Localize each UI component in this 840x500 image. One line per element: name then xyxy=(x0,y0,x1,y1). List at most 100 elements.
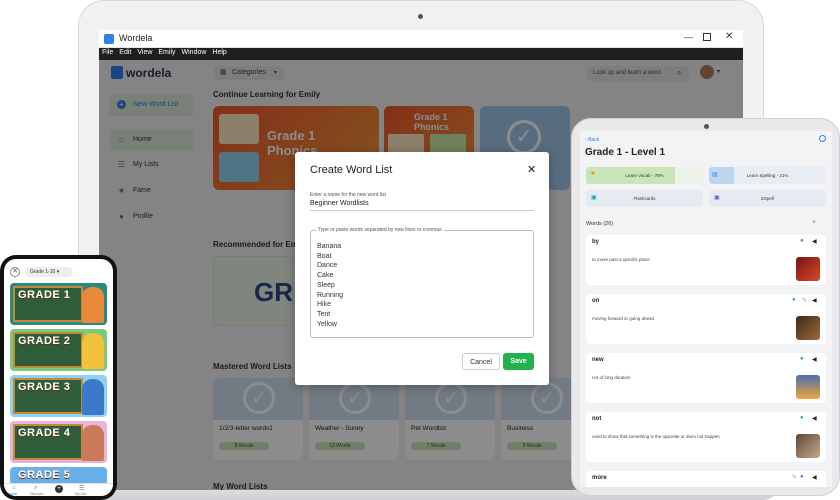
zspell-label: ZSpell xyxy=(761,196,774,201)
word-card-not[interactable]: not ● ◀ used to show that something is t… xyxy=(586,412,826,462)
word-definition: not of long duration xyxy=(592,375,631,380)
learn-vocab-button[interactable]: ■ Learn Vocab - 76% xyxy=(586,167,703,184)
word-image xyxy=(796,375,820,399)
tablet-camera xyxy=(704,124,709,129)
menu-help[interactable]: Help xyxy=(209,48,229,57)
grade-title: GRADE 1 xyxy=(18,289,71,301)
check-icon: ● xyxy=(792,297,796,303)
grade-title: GRADE 3 xyxy=(18,381,71,393)
word-line: Running xyxy=(317,291,344,299)
word-card-on[interactable]: on ● ✎ ◀ moving forward or going ahead xyxy=(586,294,826,344)
learn-spelling-button[interactable]: ▤ Learn Spelling - 21% xyxy=(709,167,826,184)
grade-filter-chip[interactable]: Grade 1-10 ▾ xyxy=(25,267,73,277)
word-title: more xyxy=(592,475,607,481)
word-line: Hike xyxy=(317,301,332,309)
check-icon: ● xyxy=(800,474,804,480)
grade-card-2[interactable]: GRADE 2 xyxy=(10,329,107,371)
word-line: Cake xyxy=(317,272,334,280)
window-titlebar: Wordela — ✕ xyxy=(99,30,743,48)
teacher-illustration xyxy=(82,379,104,415)
grade-card-3[interactable]: GRADE 3 xyxy=(10,375,107,417)
word-image xyxy=(796,434,820,458)
speaker-icon[interactable]: ◀ xyxy=(812,415,817,422)
word-title: new xyxy=(592,357,604,363)
minimize-icon[interactable]: — xyxy=(684,32,693,42)
tab-discover-label: Discover xyxy=(30,492,44,496)
speaker-icon[interactable]: ◀ xyxy=(812,474,817,481)
check-icon: ● xyxy=(800,415,804,421)
words-header: Words (26) xyxy=(586,221,614,227)
check-icon: ● xyxy=(800,356,804,362)
tab-home-icon[interactable]: ⌂ xyxy=(12,485,16,491)
speaker-icon[interactable]: ◀ xyxy=(812,238,817,245)
list-name-value: Beginner Wordlists xyxy=(310,200,369,207)
filter-icon[interactable]: ▼ xyxy=(811,220,817,226)
app-icon xyxy=(104,34,114,44)
teacher-illustration xyxy=(82,333,104,369)
words-label: Type or paste words separated by new lin… xyxy=(316,227,444,233)
edit-icon[interactable]: ✎ xyxy=(802,297,807,304)
cancel-button[interactable]: Cancel xyxy=(462,353,500,370)
tab-add-icon[interactable]: + xyxy=(55,485,63,493)
words-textarea[interactable]: Type or paste words separated by new lin… xyxy=(310,227,534,338)
window-title: Wordela xyxy=(119,33,153,43)
name-label: Enter a name for the new word list xyxy=(310,192,386,198)
close-icon[interactable]: ✕ xyxy=(527,163,536,176)
word-title: on xyxy=(592,298,600,304)
word-line: Dance xyxy=(317,262,338,270)
word-title: by xyxy=(592,239,600,245)
word-card-by[interactable]: by ● ◀ to move past a specific place xyxy=(586,235,826,285)
teacher-illustration xyxy=(82,425,104,461)
flashcards-button[interactable]: ▣ Flashcards xyxy=(586,190,703,207)
word-title: not xyxy=(592,416,602,422)
word-definition: moving forward or going ahead xyxy=(592,316,655,321)
create-word-list-dialog: Create Word List ✕ Enter a name for the … xyxy=(295,152,549,385)
word-line: Tent xyxy=(317,310,331,318)
grade-card-4[interactable]: GRADE 4 xyxy=(10,421,107,463)
menu-view[interactable]: View xyxy=(134,48,155,57)
menu-emily[interactable]: Emily xyxy=(155,48,178,57)
tablet-screen: ‹ Back Grade 1 - Level 1 ■ Learn Vocab -… xyxy=(580,131,832,487)
dialog-title: Create Word List xyxy=(310,164,393,176)
phone-tab-bar: ⌂ Home ⌕ Discover + ☰ My List xyxy=(4,483,113,496)
edit-icon[interactable]: ✎ xyxy=(792,474,797,481)
word-card-more[interactable]: more ✎ ● ◀ xyxy=(586,471,826,487)
close-icon[interactable]: ✕ xyxy=(725,31,733,42)
menu-edit[interactable]: Edit xyxy=(116,48,134,57)
word-line: Sleep xyxy=(317,281,335,289)
grade-filter-label: Grade 1-10 xyxy=(30,269,56,275)
word-line: Boat xyxy=(317,252,332,260)
word-card-new[interactable]: new ● ◀ not of long duration xyxy=(586,353,826,403)
word-image xyxy=(796,257,820,281)
phone-screen: ✕ Grade 1-10 ▾ GRADE 1 GRADE 2 GRADE 3 G… xyxy=(4,259,113,496)
tab-my-list-label: My List xyxy=(75,492,87,496)
info-icon[interactable] xyxy=(819,135,826,142)
speaker-icon[interactable]: ◀ xyxy=(812,297,817,304)
word-definition: used to show that something is the oppos… xyxy=(592,434,720,439)
maximize-icon[interactable] xyxy=(703,33,711,41)
menu-file[interactable]: File xyxy=(99,48,116,57)
list-name-input[interactable]: Beginner Wordlists xyxy=(310,199,534,211)
grade-title: GRADE 4 xyxy=(18,427,71,439)
back-button[interactable]: ‹ Back xyxy=(585,137,599,143)
grade-title: GRADE 2 xyxy=(18,335,71,347)
save-button[interactable]: Save xyxy=(503,353,534,370)
word-line: Yellow xyxy=(317,320,337,328)
words-list: Banana Boat Dance Cake Sleep Running Hik… xyxy=(317,242,343,329)
tab-discover-icon[interactable]: ⌕ xyxy=(34,485,37,492)
grade-card-1[interactable]: GRADE 1 xyxy=(10,283,107,325)
speaker-icon[interactable]: ◀ xyxy=(812,356,817,363)
learn-vocab-label: Learn Vocab - 76% xyxy=(625,173,664,178)
tab-home-label: Home xyxy=(8,492,18,496)
menu-window[interactable]: Window xyxy=(179,48,210,57)
learn-spelling-label: Learn Spelling - 21% xyxy=(746,173,789,178)
close-icon[interactable]: ✕ xyxy=(10,267,20,277)
grade-title: GRADE 5 xyxy=(18,469,71,481)
list-title: Grade 1 - Level 1 xyxy=(585,147,666,158)
tab-my-list-icon[interactable]: ☰ xyxy=(79,485,84,492)
laptop-camera xyxy=(418,14,423,19)
check-icon: ● xyxy=(800,238,804,244)
zspell-button[interactable]: ▣ ZSpell xyxy=(709,190,826,207)
back-label: Back xyxy=(588,137,600,143)
word-line: Banana xyxy=(317,243,342,250)
